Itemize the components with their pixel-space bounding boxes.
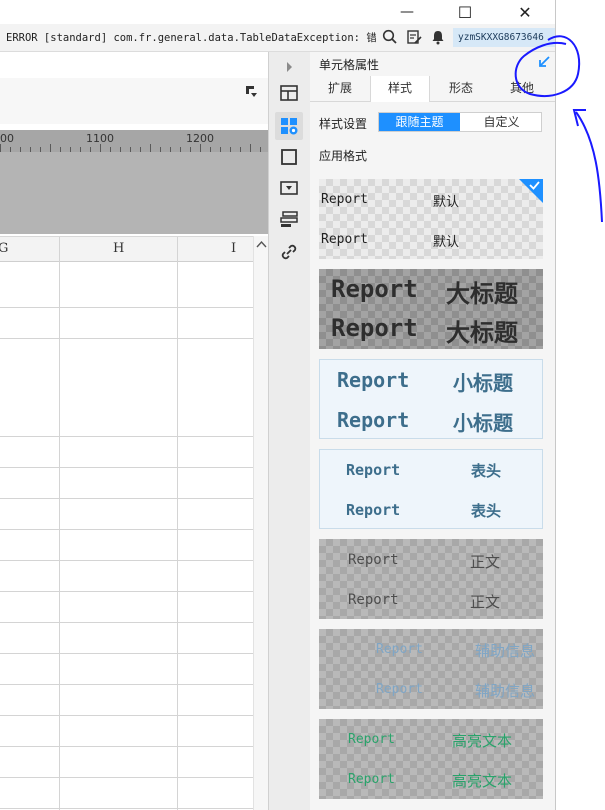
cell-element-icon[interactable] <box>278 82 300 104</box>
right-edge-strip <box>555 0 605 810</box>
minimize-button[interactable]: — <box>384 0 430 24</box>
condition-attributes-icon[interactable] <box>278 208 300 230</box>
panel-title: 单元格属性 <box>319 58 380 72</box>
property-tabs: 扩展 样式 形态 其他 <box>310 76 555 102</box>
card-sample-left: Report <box>346 501 401 519</box>
format-card-auxiliary[interactable]: Report 辅助信息 Report 辅助信息 <box>319 629 543 709</box>
ruler-tick <box>250 144 251 152</box>
apply-format-label: 应用格式 <box>319 149 368 163</box>
header-band-area <box>0 152 268 234</box>
selected-check-icon <box>519 179 543 203</box>
maximize-button[interactable]: ☐ <box>442 0 488 24</box>
card-sample-right: 默认 <box>433 235 460 250</box>
report-design-canvas: 00 1100 1200 G H I <box>0 52 269 810</box>
card-sample-left: Report <box>337 408 410 432</box>
vertical-scrollbar[interactable] <box>253 236 269 810</box>
horizontal-ruler: 00 1100 1200 <box>0 130 268 152</box>
custom-style-button[interactable]: 自定义 <box>461 113 542 131</box>
card-sample-right: 表头 <box>471 462 502 480</box>
format-card-default[interactable]: Report 默认 Report 默认 <box>319 179 543 259</box>
card-sample-right: 表头 <box>471 502 502 520</box>
card-sample-left: Report <box>348 552 399 568</box>
expand-right-icon[interactable] <box>278 56 300 78</box>
card-sample-left: Report <box>321 192 368 207</box>
edit-note-icon[interactable] <box>405 28 423 46</box>
column-header-h[interactable]: H <box>113 241 124 256</box>
ruler-label: 00 <box>0 132 14 145</box>
card-sample-right: 小标题 <box>453 371 513 395</box>
card-sample-left: Report <box>348 772 395 787</box>
card-sample-left: Report <box>346 461 401 479</box>
card-sample-left: Report <box>337 368 410 392</box>
format-card-main-title[interactable]: Report 大标题 Report 大标题 <box>319 269 543 349</box>
card-sample-right: 高亮文本 <box>452 772 513 790</box>
tab-style[interactable]: 样式 <box>370 76 430 102</box>
card-sample-left: Report <box>331 275 418 303</box>
format-card-subtitle[interactable]: Report 小标题 Report 小标题 <box>319 359 543 439</box>
widget-dropdown-icon[interactable] <box>278 177 300 199</box>
column-header-g[interactable]: G <box>0 241 8 256</box>
column-header-i[interactable]: I <box>231 241 236 256</box>
cell-attributes-icon <box>281 118 298 135</box>
tab-other[interactable]: 其他 <box>492 76 552 101</box>
scroll-up-icon[interactable] <box>256 240 267 249</box>
search-icon[interactable] <box>381 28 399 46</box>
card-sample-left: Report <box>331 314 418 342</box>
style-mode-segmented-control: 跟随主题 自定义 <box>378 112 542 132</box>
follow-theme-button[interactable]: 跟随主题 <box>379 113 460 131</box>
card-sample-right: 辅助信息 <box>475 682 536 700</box>
card-sample-right: 大标题 <box>446 319 518 347</box>
toolbar-strip <box>0 78 268 124</box>
ruler-tick <box>0 144 1 152</box>
error-message-bar: ERROR [standard] com.fr.general.data.Tab… <box>0 24 555 52</box>
style-setting-label: 样式设置 <box>319 117 368 131</box>
format-card-body-text[interactable]: Report 正文 Report 正文 <box>319 539 543 619</box>
window-titlebar: — ☐ ✕ <box>0 0 555 24</box>
card-sample-right: 小标题 <box>453 411 513 435</box>
card-sample-right: 高亮文本 <box>452 732 513 750</box>
ruler-tick <box>200 144 201 152</box>
tab-expand[interactable]: 扩展 <box>310 76 370 101</box>
format-card-highlight[interactable]: Report 高亮文本 Report 高亮文本 <box>319 719 543 799</box>
ruler-tick <box>150 144 151 152</box>
dropdown-corner-icon[interactable] <box>244 84 258 98</box>
card-sample-right: 辅助信息 <box>475 642 536 660</box>
card-sample-left: Report <box>376 642 423 657</box>
collapse-arrow-icon[interactable] <box>536 54 552 70</box>
ruler-tick <box>100 144 101 152</box>
format-card-header[interactable]: Report 表头 Report 表头 <box>319 449 543 529</box>
card-sample-right: 大标题 <box>446 280 518 308</box>
card-sample-right: 默认 <box>433 195 460 210</box>
error-message-text[interactable]: ERROR [standard] com.fr.general.data.Tab… <box>6 30 376 45</box>
card-sample-left: Report <box>376 682 423 697</box>
card-sample-left: Report <box>348 732 395 747</box>
tab-form[interactable]: 形态 <box>430 76 492 101</box>
border-icon[interactable] <box>278 146 300 168</box>
card-sample-right: 正文 <box>470 593 501 611</box>
column-header-row: G H I <box>0 236 268 262</box>
card-sample-right: 正文 <box>470 553 501 571</box>
card-sample-left: Report <box>321 232 368 247</box>
bell-icon[interactable] <box>429 28 447 46</box>
user-account-badge[interactable]: yzmSKXXG8673646 <box>453 28 555 47</box>
cell-properties-panel: 单元格属性 扩展 样式 形态 其他 样式设置 跟随主题 自定义 应用格式 Rep… <box>310 52 555 810</box>
ruler-tick <box>50 144 51 152</box>
property-icon-column <box>268 52 310 810</box>
cell-grid[interactable] <box>0 261 253 810</box>
card-sample-left: Report <box>348 592 399 608</box>
close-button[interactable]: ✕ <box>502 0 548 24</box>
cell-attributes-tab-active[interactable] <box>275 112 303 140</box>
hyperlink-icon[interactable] <box>278 241 300 263</box>
